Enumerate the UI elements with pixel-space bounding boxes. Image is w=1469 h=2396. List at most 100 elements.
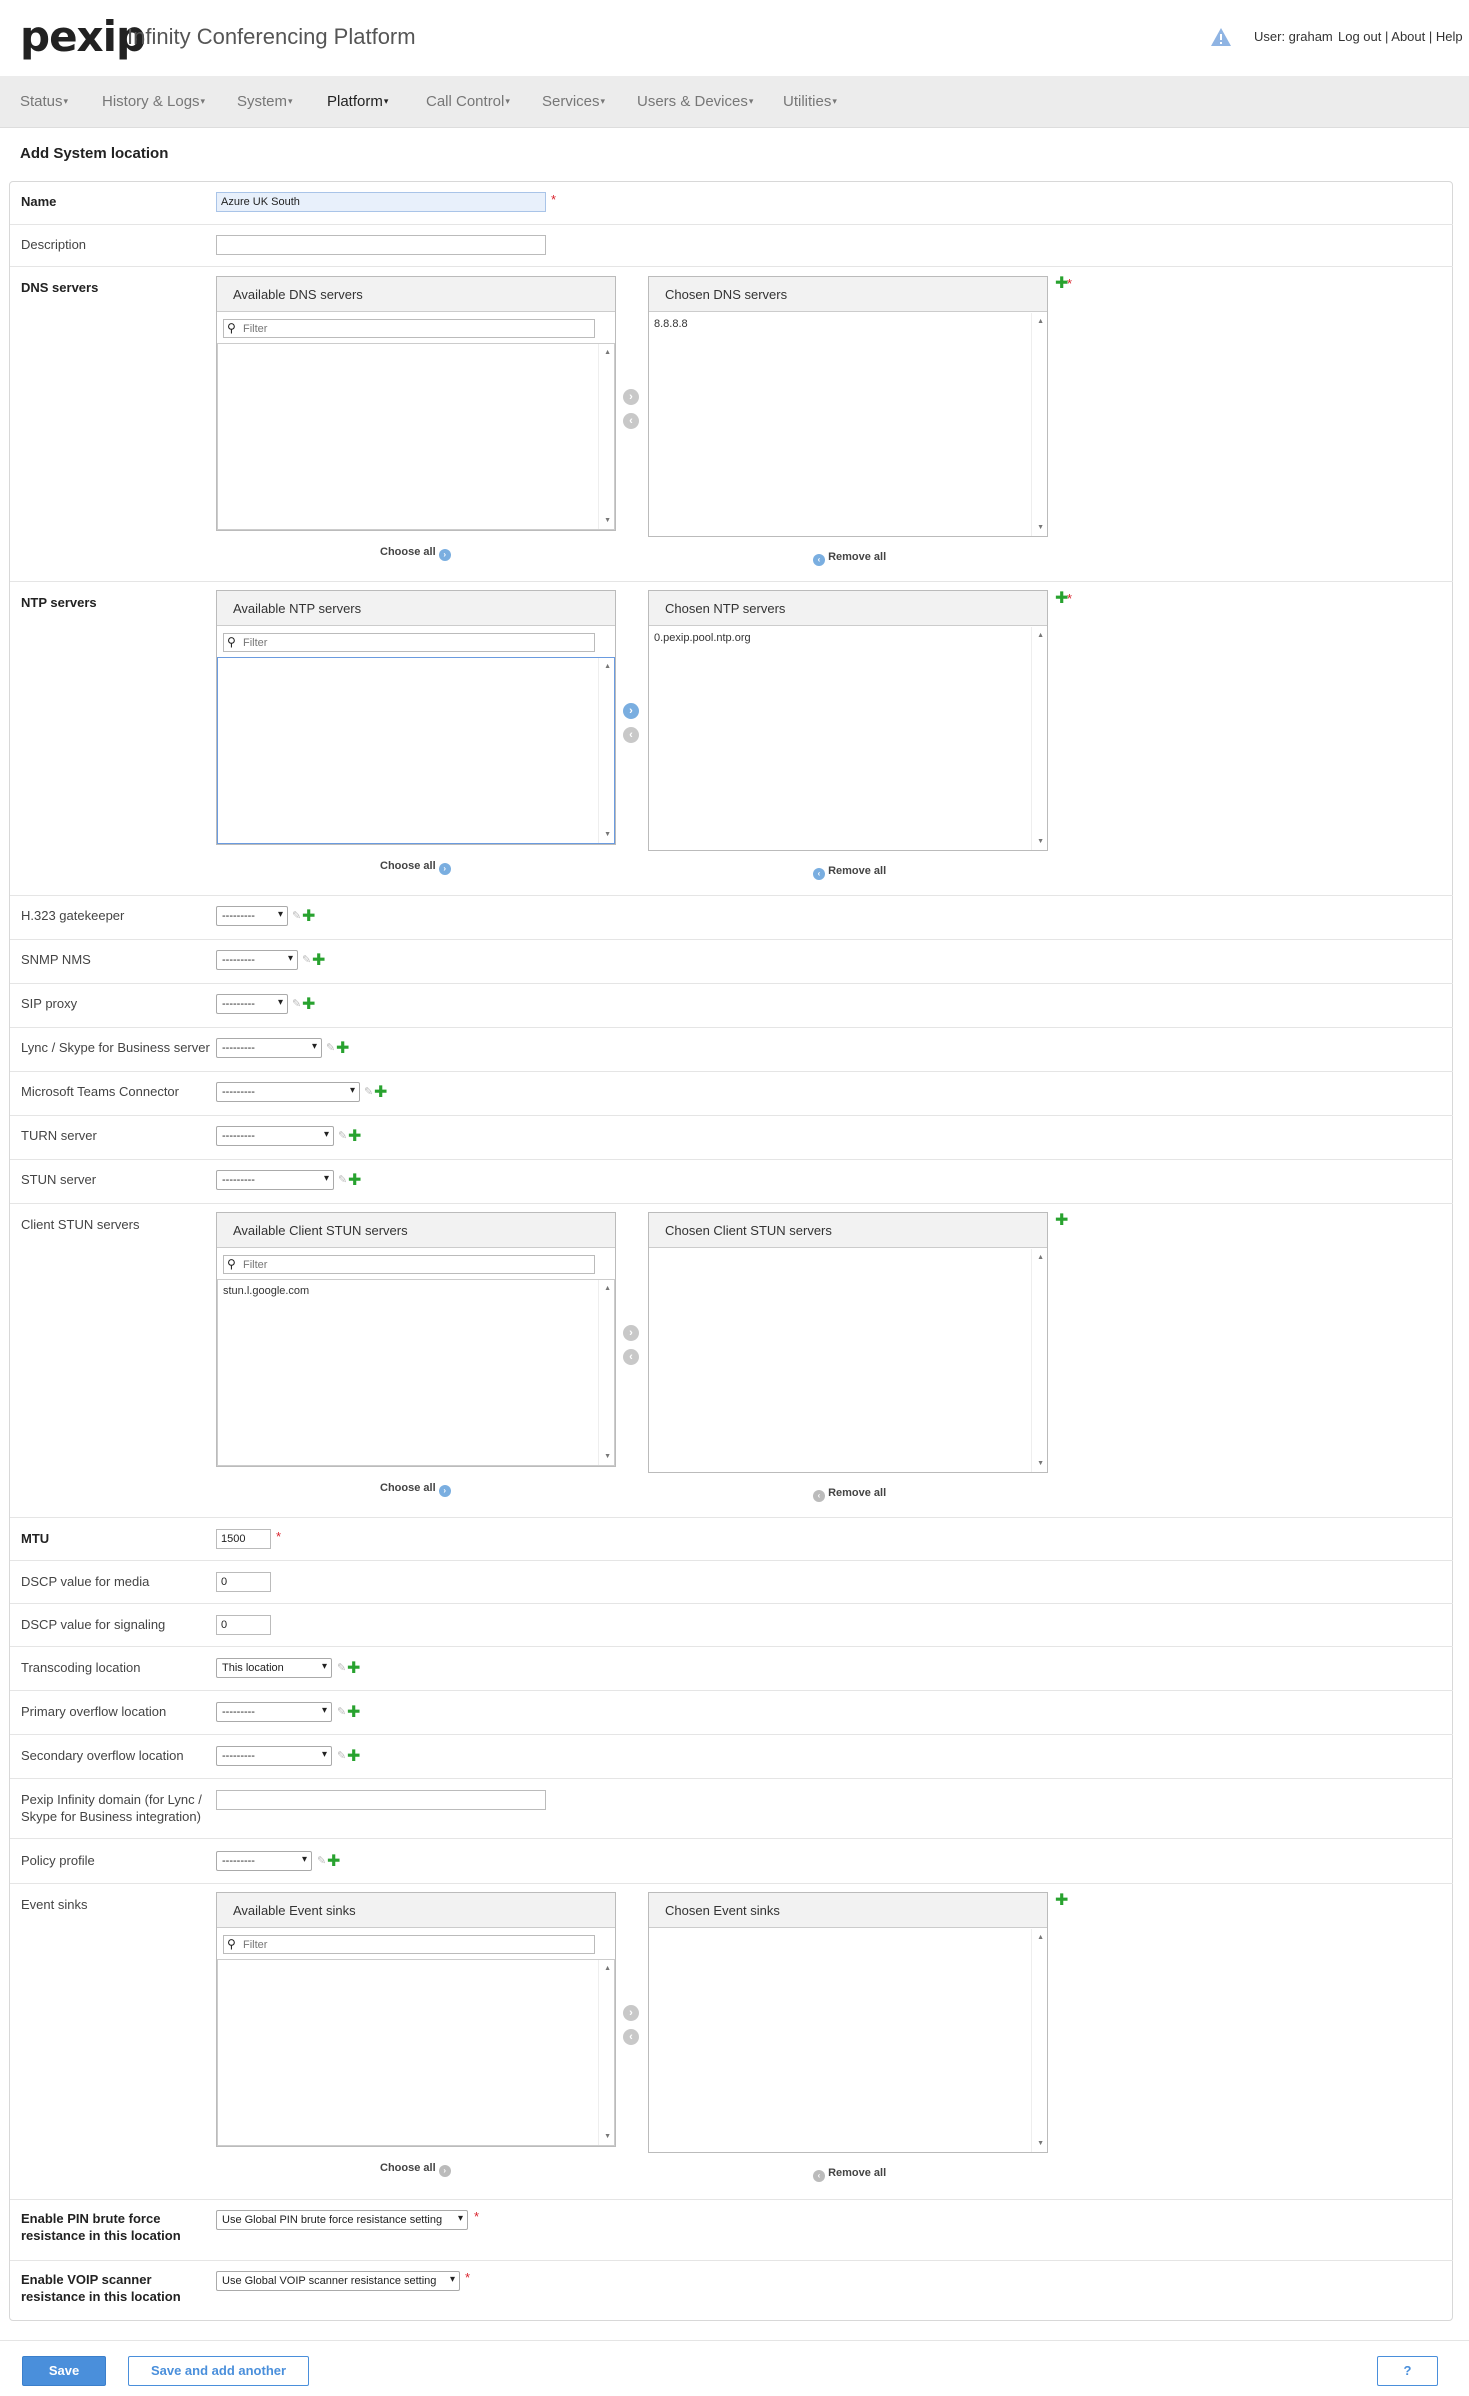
ntp-remove-all[interactable]: ‹ Remove all — [813, 865, 886, 880]
dns-remove-all[interactable]: ‹ Remove all — [813, 551, 886, 566]
dns-filter-input[interactable] — [243, 321, 539, 336]
move-right-icon[interactable]: › — [623, 1325, 639, 1341]
pin-select[interactable]: Use Global PIN brute force resistance se… — [216, 2210, 468, 2230]
ntp-chosen-list[interactable]: 0.pexip.pool.ntp.org ▲ ▼ — [649, 627, 1047, 850]
scrollbar[interactable]: ▲ ▼ — [1031, 1929, 1047, 2152]
scroll-up-icon[interactable]: ▲ — [604, 1285, 611, 1292]
snmp-select[interactable]: --------- ▾ — [216, 950, 298, 970]
nav-history-logs[interactable]: History & Logs▾ — [102, 93, 205, 110]
scroll-down-icon[interactable]: ▼ — [1037, 524, 1044, 531]
move-right-icon[interactable]: › — [623, 703, 639, 719]
nav-users-devices[interactable]: Users & Devices▾ — [637, 93, 753, 110]
scroll-down-icon[interactable]: ▼ — [604, 517, 611, 524]
voip-select[interactable]: Use Global VOIP scanner resistance setti… — [216, 2271, 460, 2291]
move-right-icon[interactable]: › — [623, 389, 639, 405]
edit-icon[interactable]: ✎ — [337, 1661, 346, 1674]
dscp-signaling-input[interactable] — [216, 1615, 271, 1635]
add-icon[interactable]: ✚ — [347, 1661, 360, 1677]
nav-platform[interactable]: Platform▾ — [327, 93, 388, 110]
event-filter-input[interactable] — [243, 1937, 539, 1952]
pexip-domain-input[interactable] — [216, 1790, 546, 1810]
add-icon[interactable]: ✚ — [327, 1854, 340, 1870]
edit-icon[interactable]: ✎ — [337, 1705, 346, 1718]
name-input[interactable] — [216, 192, 546, 212]
add-icon[interactable]: ✚ — [302, 909, 315, 925]
event-remove-all[interactable]: ‹ Remove all — [813, 2167, 886, 2182]
add-icon[interactable]: ✚ — [347, 1705, 360, 1721]
add-icon[interactable]: ✚ — [336, 1041, 349, 1057]
add-event-sink-icon[interactable]: ✚ — [1055, 1893, 1068, 1909]
event-chosen-list[interactable]: ▲ ▼ — [649, 1929, 1047, 2152]
scroll-down-icon[interactable]: ▼ — [1037, 2140, 1044, 2147]
client-stun-available-list[interactable]: stun.l.google.com ▲ ▼ — [217, 1279, 615, 1466]
add-icon[interactable]: ✚ — [348, 1173, 361, 1189]
primary-overflow-select[interactable]: --------- ▾ — [216, 1702, 332, 1722]
edit-icon[interactable]: ✎ — [364, 1085, 373, 1098]
mtu-input[interactable] — [216, 1529, 271, 1549]
warning-icon[interactable] — [1210, 27, 1232, 50]
scrollbar[interactable]: ▲ ▼ — [1031, 313, 1047, 536]
scrollbar[interactable]: ▲ ▼ — [598, 1960, 614, 2145]
dns-choose-all[interactable]: Choose all › — [380, 546, 451, 561]
scroll-down-icon[interactable]: ▼ — [1037, 1460, 1044, 1467]
move-left-icon[interactable]: ‹ — [623, 413, 639, 429]
scroll-down-icon[interactable]: ▼ — [604, 2133, 611, 2140]
add-icon[interactable]: ✚ — [302, 997, 315, 1013]
scrollbar[interactable]: ▲ ▼ — [1031, 1249, 1047, 1472]
scrollbar[interactable]: ▲ ▼ — [1031, 627, 1047, 850]
teams-select[interactable]: --------- ▾ — [216, 1082, 360, 1102]
list-item[interactable]: 0.pexip.pool.ntp.org — [654, 632, 751, 644]
nav-system[interactable]: System▾ — [237, 93, 293, 110]
add-icon[interactable]: ✚ — [312, 953, 325, 969]
about-link[interactable]: About — [1391, 29, 1425, 44]
nav-utilities[interactable]: Utilities▾ — [783, 93, 837, 110]
secondary-overflow-select[interactable]: --------- ▾ — [216, 1746, 332, 1766]
event-choose-all[interactable]: Choose all › — [380, 2162, 451, 2177]
move-right-icon[interactable]: › — [623, 2005, 639, 2021]
move-left-icon[interactable]: ‹ — [623, 1349, 639, 1365]
edit-icon[interactable]: ✎ — [292, 997, 301, 1010]
scroll-up-icon[interactable]: ▲ — [1037, 1254, 1044, 1261]
edit-icon[interactable]: ✎ — [338, 1129, 347, 1142]
add-icon[interactable]: ✚ — [374, 1085, 387, 1101]
scroll-up-icon[interactable]: ▲ — [604, 663, 611, 670]
h323-select[interactable]: --------- ▾ — [216, 906, 288, 926]
stun-select[interactable]: --------- ▾ — [216, 1170, 334, 1190]
turn-select[interactable]: --------- ▾ — [216, 1126, 334, 1146]
scrollbar[interactable]: ▲ ▼ — [598, 344, 614, 529]
dns-chosen-list[interactable]: 8.8.8.8 ▲ ▼ — [649, 313, 1047, 536]
help-link[interactable]: Help — [1436, 29, 1463, 44]
ntp-filter-input[interactable] — [243, 635, 539, 650]
ntp-available-list[interactable]: ▲ ▼ — [217, 657, 615, 844]
scroll-down-icon[interactable]: ▼ — [1037, 838, 1044, 845]
lync-select[interactable]: --------- ▾ — [216, 1038, 322, 1058]
logout-link[interactable]: Log out — [1338, 29, 1381, 44]
move-left-icon[interactable]: ‹ — [623, 727, 639, 743]
event-available-list[interactable]: ▲ ▼ — [217, 1959, 615, 2146]
client-stun-choose-all[interactable]: Choose all › — [380, 1482, 451, 1497]
scrollbar[interactable]: ▲ ▼ — [598, 658, 614, 843]
add-icon[interactable]: ✚ — [348, 1129, 361, 1145]
client-stun-chosen-list[interactable]: ▲ ▼ — [649, 1249, 1047, 1472]
dscp-media-input[interactable] — [216, 1572, 271, 1592]
nav-services[interactable]: Services▾ — [542, 93, 605, 110]
scroll-down-icon[interactable]: ▼ — [604, 831, 611, 838]
list-item[interactable]: 8.8.8.8 — [654, 318, 688, 330]
save-and-add-another-button[interactable]: Save and add another — [128, 2356, 309, 2386]
edit-icon[interactable]: ✎ — [317, 1854, 326, 1867]
sip-select[interactable]: --------- ▾ — [216, 994, 288, 1014]
edit-icon[interactable]: ✎ — [338, 1173, 347, 1186]
add-icon[interactable]: ✚ — [347, 1749, 360, 1765]
description-input[interactable] — [216, 235, 546, 255]
scroll-up-icon[interactable]: ▲ — [604, 349, 611, 356]
scroll-up-icon[interactable]: ▲ — [604, 1965, 611, 1972]
transcoding-select[interactable]: This location ▾ — [216, 1658, 332, 1678]
dns-available-list[interactable]: ▲ ▼ — [217, 343, 615, 530]
edit-icon[interactable]: ✎ — [292, 909, 301, 922]
help-button[interactable]: ? — [1377, 2356, 1438, 2386]
scrollbar[interactable]: ▲ ▼ — [598, 1280, 614, 1465]
scroll-up-icon[interactable]: ▲ — [1037, 318, 1044, 325]
ntp-choose-all[interactable]: Choose all › — [380, 860, 451, 875]
policy-select[interactable]: --------- ▾ — [216, 1851, 312, 1871]
move-left-icon[interactable]: ‹ — [623, 2029, 639, 2045]
